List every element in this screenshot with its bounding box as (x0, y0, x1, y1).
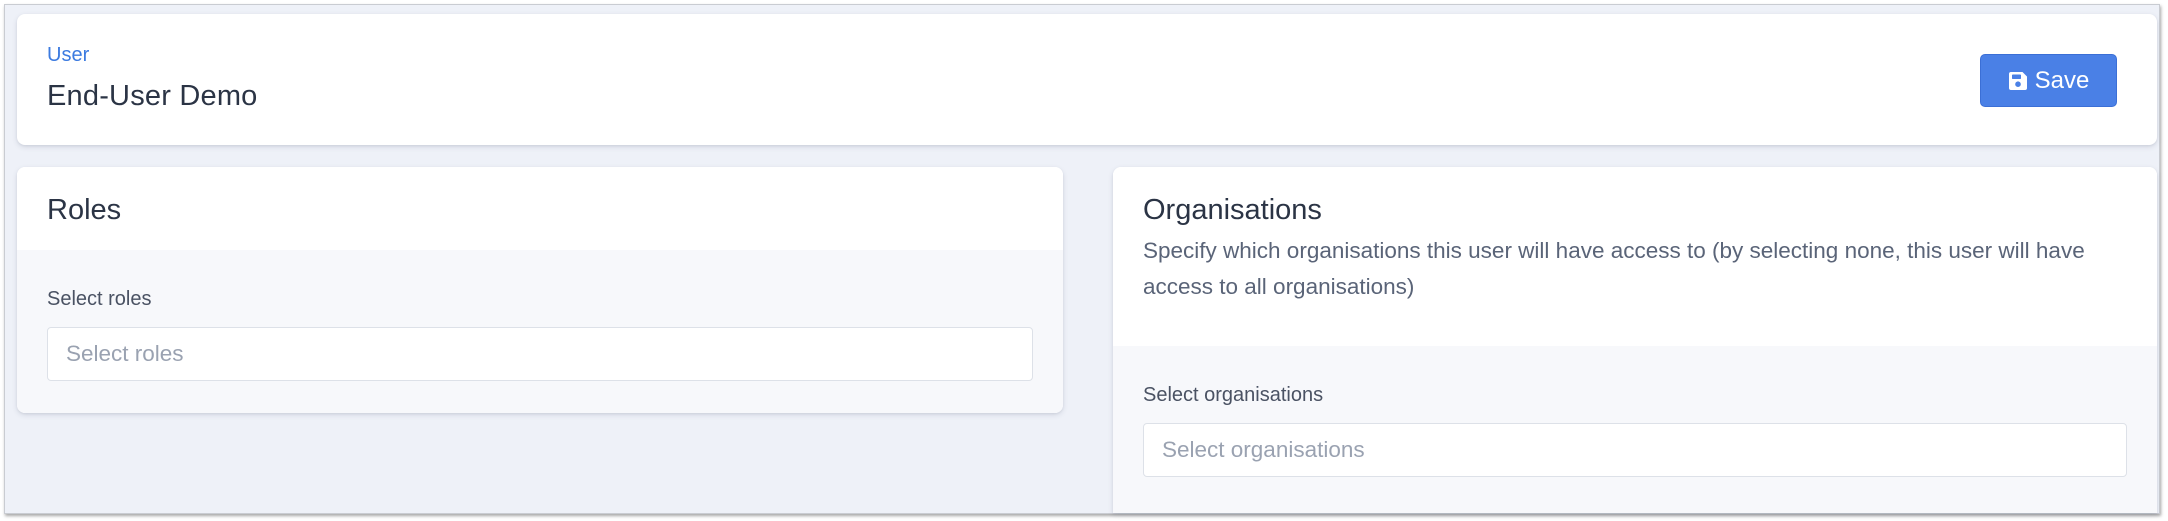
roles-card-body: Select roles Select roles (17, 250, 1063, 413)
roles-field-label: Select roles (47, 288, 152, 310)
organisations-select-placeholder: Select organisations (1162, 437, 1365, 462)
organisations-card-body: Select organisations Select organisation… (1113, 346, 2157, 513)
breadcrumb[interactable]: User (47, 44, 89, 67)
organisations-field-label: Select organisations (1143, 384, 1324, 406)
roles-card: Roles Select roles Select roles (17, 167, 1063, 413)
organisations-select[interactable]: Select organisations (1143, 423, 2127, 477)
organisations-title: Organisations (1143, 194, 1322, 226)
save-button[interactable]: Save (1980, 54, 2117, 107)
floppy-disk-icon (2008, 71, 2028, 91)
page-header: User End-User Demo Save (17, 14, 2157, 145)
app-frame: User End-User Demo Save Roles Select rol… (4, 4, 2160, 514)
organisations-card: Organisations Specify which organisation… (1113, 167, 2157, 513)
roles-select-placeholder: Select roles (66, 341, 184, 366)
roles-select[interactable]: Select roles (47, 327, 1033, 381)
save-button-label: Save (2034, 66, 2090, 94)
page-title: End-User Demo (47, 80, 258, 112)
organisations-card-header: Organisations Specify which organisation… (1113, 167, 2157, 346)
organisations-description: Specify which organisations this user wi… (1143, 238, 2085, 299)
roles-card-header: Roles (17, 167, 1063, 250)
roles-title: Roles (47, 194, 122, 226)
